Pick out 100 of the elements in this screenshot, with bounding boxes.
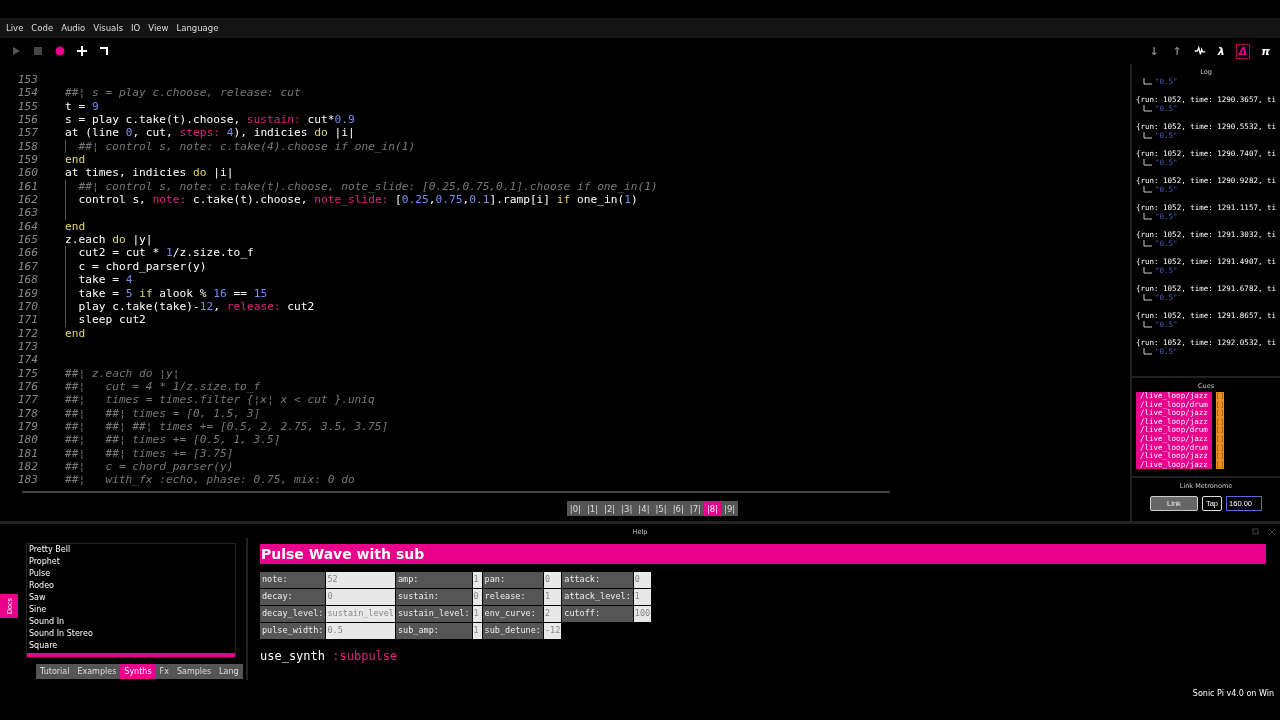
param-value: 1	[472, 606, 482, 622]
code-token: play c.take(take)-	[78, 299, 200, 314]
plus-icon[interactable]	[76, 45, 88, 57]
menu-item[interactable]: View	[144, 23, 173, 33]
tree-branch-icon	[1142, 267, 1152, 275]
play-icon[interactable]	[10, 45, 22, 57]
code-token: cut2 = cut *	[78, 246, 161, 260]
buffer-tab[interactable]: |0|	[566, 501, 584, 516]
line-number: 177	[16, 393, 38, 407]
synth-item[interactable]: Square	[29, 640, 235, 652]
param-value: 1	[543, 589, 562, 605]
line-number: 175	[16, 366, 38, 380]
docs-tab[interactable]: Synths	[120, 664, 156, 679]
menu-item[interactable]: Visuals	[89, 23, 128, 33]
param-value: 0	[543, 572, 562, 588]
code-function: use_synth	[260, 649, 326, 663]
code-token: |i|	[333, 126, 355, 140]
code-token: ##¦ with_fx :echo, phase: 0.75, mix: 0 do	[65, 473, 355, 487]
line-number: 174	[16, 353, 38, 367]
view-toggle[interactable]: ↓	[1147, 44, 1161, 58]
code-token: 4	[125, 273, 133, 287]
code-token: take =	[78, 286, 120, 300]
param-name: pan:	[482, 572, 543, 588]
code-token: sustain:	[246, 113, 301, 127]
view-toggle[interactable]: ↑	[1170, 44, 1184, 58]
code-token: ##¦ times = times.filter {¦x¦ x < cut }.uniq	[65, 393, 375, 407]
code-token: 1	[624, 193, 631, 207]
param-name: decay_level:	[260, 606, 326, 622]
code-token: ##¦ s = play c.choose, release: cut	[65, 86, 301, 100]
view-toggle[interactable]: Δ	[1236, 44, 1250, 58]
code-token: z.each	[65, 233, 107, 247]
code-token: ==	[232, 286, 248, 300]
code-token: ##¦ cut = 4 * 1/z.size.to_f	[65, 379, 261, 394]
code-token: ##¦ ##¦ ##¦ times += [0.5, 2, 2.75, 3.5, 3.75]	[65, 419, 389, 434]
param-value: sustain_level	[326, 606, 395, 622]
menu-item[interactable]: Language	[172, 23, 223, 33]
code-token: one_in(	[576, 193, 625, 207]
line-number: 182	[16, 459, 38, 474]
line-number: 159	[16, 153, 38, 167]
param-value: 0	[633, 572, 652, 588]
wrap-icon[interactable]	[98, 45, 110, 57]
param-value: 52	[326, 572, 395, 588]
doc-heading: Pulse Wave with sub	[260, 544, 1266, 564]
param-name: note:	[260, 572, 326, 588]
tree-branch-icon	[1142, 348, 1152, 356]
code-token: ##¦ ##¦ times += [0.5, 1, 3.5]	[65, 433, 281, 447]
line-number: 172	[16, 326, 38, 340]
synth-item[interactable]: Pulse	[29, 568, 235, 580]
scope-icon[interactable]	[1193, 45, 1206, 57]
buffer-tab[interactable]: |3|	[618, 501, 636, 516]
view-toggle[interactable]: π	[1259, 44, 1272, 58]
record-icon[interactable]	[54, 45, 66, 57]
synth-item[interactable]: Pretty Bell	[29, 544, 235, 556]
code-token: ##¦ control s, note: c.take(4).choose if one_in(1)	[78, 139, 416, 154]
param-name: cutoff:	[562, 606, 633, 622]
view-toggle[interactable]: λ	[1215, 44, 1227, 58]
code-token: end	[65, 219, 86, 234]
synth-item[interactable]: Prophet	[29, 556, 235, 568]
menu-item[interactable]: IO	[127, 23, 145, 33]
docs-tab[interactable]: Tutorial	[36, 664, 74, 679]
line-number: 155	[16, 99, 38, 114]
param-value: 0	[472, 589, 482, 605]
menu-item[interactable]: Audio	[57, 23, 90, 33]
code-token: c = chord_parser(y)	[78, 259, 207, 274]
tree-branch-icon	[1142, 159, 1152, 167]
code-token: [	[394, 193, 402, 207]
synth-item[interactable]: Rodeo	[29, 580, 235, 592]
line-number: 183	[16, 473, 38, 487]
tree-branch-icon	[1142, 186, 1152, 194]
buffer-tab[interactable]: |2|	[601, 501, 619, 516]
code-token: /z.size.to_f	[172, 246, 254, 260]
param-name: env_curve:	[482, 606, 543, 622]
buffer-tab[interactable]: |4|	[635, 501, 653, 516]
param-name: pulse_width:	[260, 623, 326, 639]
synth-item[interactable]: Saw	[29, 592, 235, 604]
docs-tab[interactable]: Lang	[215, 664, 243, 679]
synth-item[interactable]: Sine	[29, 604, 235, 616]
buffer-tab[interactable]: |9|	[721, 501, 739, 516]
tree-branch-icon	[1142, 78, 1152, 86]
synth-item[interactable]: Sound In	[29, 616, 235, 628]
docs-tab[interactable]: Samples	[172, 664, 216, 679]
synth-item[interactable]: Sound In Stereo	[29, 628, 235, 640]
code-token: control s,	[78, 193, 147, 207]
param-value: 1	[472, 572, 482, 588]
line-number: 154	[16, 86, 38, 100]
code-token: ##¦ c = chord_parser(y)	[65, 459, 234, 474]
param-value: 100	[633, 606, 652, 622]
param-name: attack_level:	[562, 589, 633, 605]
line-number: 170	[16, 299, 38, 314]
menu-item[interactable]: Code	[27, 23, 58, 33]
code-token: if	[556, 193, 571, 207]
tree-branch-icon	[1142, 213, 1152, 221]
version-label: Sonic Pi v4.0 on Win	[1192, 689, 1274, 698]
line-number: 161	[16, 179, 38, 194]
line-number: 163	[16, 206, 38, 220]
line-number: 164	[16, 219, 38, 234]
docs-tab[interactable]: Examples	[73, 664, 121, 679]
tree-branch-icon	[1142, 321, 1152, 329]
menu-item[interactable]: Live	[2, 23, 28, 33]
line-number: 167	[16, 259, 38, 274]
